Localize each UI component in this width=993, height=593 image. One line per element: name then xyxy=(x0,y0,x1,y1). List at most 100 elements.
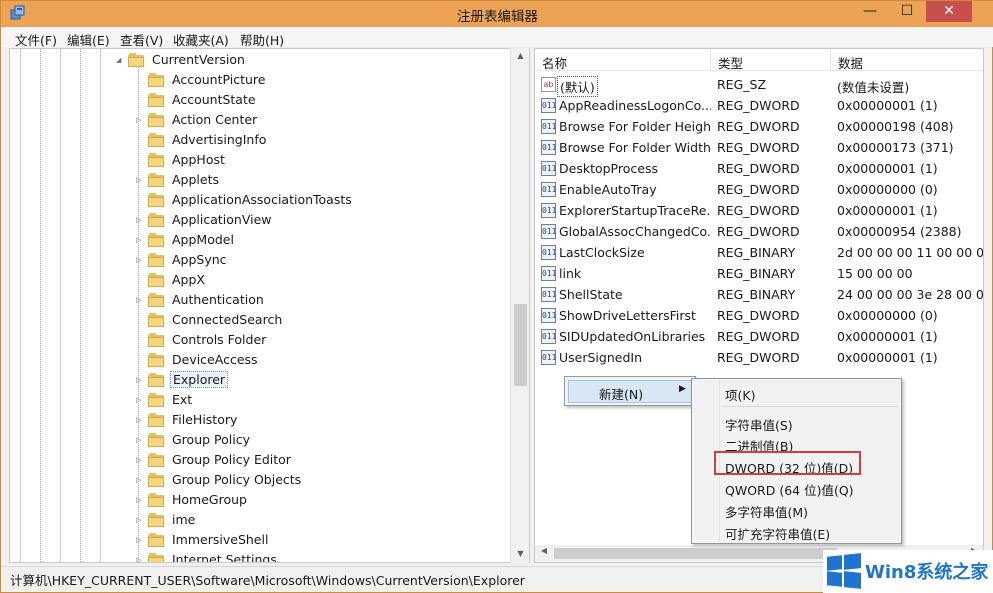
folder-icon xyxy=(148,413,164,427)
registry-value-row[interactable]: 011 UserSignedIn REG_DWORD 0x00000001 (1) xyxy=(535,347,983,368)
expand-arrow-icon[interactable]: ▷ xyxy=(136,436,145,445)
expand-arrow-icon[interactable]: ▷ xyxy=(136,236,145,245)
menu-item-multi-string-value[interactable]: 多字符串值(M) xyxy=(725,502,808,521)
expand-arrow-icon[interactable]: ▷ xyxy=(136,256,145,265)
value-type: REG_DWORD xyxy=(717,119,800,134)
value-name: ShellState xyxy=(559,287,623,302)
folder-icon xyxy=(148,133,164,147)
expand-arrow-icon[interactable]: ▷ xyxy=(136,396,145,405)
menu-item-new-label: 新建(N) xyxy=(599,387,644,402)
value-name: LastClockSize xyxy=(559,245,645,260)
menu-help[interactable]: 帮助(H) xyxy=(240,30,284,49)
collapse-arrow-icon[interactable]: ◢ xyxy=(116,56,125,65)
folder-icon xyxy=(148,513,164,527)
menu-favorites[interactable]: 收藏夹(A) xyxy=(173,30,229,49)
expand-arrow-icon[interactable]: ▷ xyxy=(136,376,145,385)
folder-icon xyxy=(148,533,164,547)
expand-arrow-icon[interactable]: ▷ xyxy=(136,496,145,505)
menu-edit[interactable]: 编辑(E) xyxy=(67,30,110,49)
expand-arrow-icon[interactable]: ▷ xyxy=(136,176,145,185)
registry-value-row[interactable]: 011 AppReadinessLogonCo... REG_DWORD 0x0000… xyxy=(535,95,983,116)
minimize-button[interactable]: — xyxy=(853,1,887,22)
menu-view[interactable]: 查看(V) xyxy=(120,30,163,49)
tree-node-label: AccountState xyxy=(172,92,256,107)
folder-icon xyxy=(148,73,164,87)
folder-icon xyxy=(148,173,164,187)
scrollbar-thumb[interactable] xyxy=(554,548,837,559)
scroll-left-arrow-icon[interactable]: ◀ xyxy=(538,546,550,555)
registry-value-row[interactable]: 011 Browse For Folder Width REG_DWORD 0x000… xyxy=(535,137,983,158)
registry-value-row[interactable]: 011 Browse For Folder Height REG_DWORD 0x00… xyxy=(535,116,983,137)
menu-item-key[interactable]: 项(K) xyxy=(725,385,755,404)
expand-arrow-icon[interactable]: ▷ xyxy=(136,516,145,525)
registry-value-row[interactable]: 011 LastClockSize REG_BINARY 2d 00 00 00 11… xyxy=(535,242,984,263)
value-type: REG_DWORD xyxy=(717,350,800,365)
expand-arrow-icon[interactable]: ▷ xyxy=(136,536,145,545)
tree-node-label: DeviceAccess xyxy=(172,352,258,367)
menu-item-qword-value[interactable]: QWORD (64 位)值(Q) xyxy=(725,480,854,499)
expand-arrow-icon[interactable]: ▷ xyxy=(136,216,145,225)
folder-icon xyxy=(148,233,164,247)
binary-value-icon: 011 xyxy=(541,245,556,260)
context-menu: 新建(N) ▶ xyxy=(564,376,696,406)
folder-icon xyxy=(148,293,164,307)
column-header-data[interactable]: 数据 xyxy=(831,49,983,71)
expand-arrow-icon[interactable]: ▷ xyxy=(136,476,145,485)
expand-arrow-icon[interactable]: ▷ xyxy=(136,116,145,125)
scroll-down-arrow-icon[interactable]: ▼ xyxy=(515,549,526,558)
folder-icon xyxy=(148,333,164,347)
tree-guide-line xyxy=(138,67,139,562)
expand-arrow-icon[interactable]: ▷ xyxy=(136,296,145,305)
tree-node-label: Authentication xyxy=(172,292,264,307)
tree-node-label: AdvertisingInfo xyxy=(172,132,267,147)
value-data: 2d 00 00 00 11 00 00 00 d xyxy=(837,245,984,260)
scroll-up-arrow-icon[interactable]: ▲ xyxy=(515,51,526,60)
folder-icon xyxy=(148,153,164,167)
scrollbar-thumb[interactable] xyxy=(514,304,527,386)
value-name: link xyxy=(559,266,582,281)
value-name: DesktopProcess xyxy=(559,161,658,176)
folder-icon xyxy=(148,253,164,267)
value-name: EnableAutoTray xyxy=(559,182,657,197)
registry-value-row[interactable]: 011 SIDUpdatedOnLibraries REG_DWORD 0x00000… xyxy=(535,326,983,347)
value-data: 0x00000001 (1) xyxy=(837,350,938,365)
value-type: REG_DWORD xyxy=(717,203,800,218)
title-bar[interactable]: 注册表编辑器 — ☐ ✕ xyxy=(1,1,993,27)
registry-value-row[interactable]: 011 EnableAutoTray REG_DWORD 0x00000000 (0) xyxy=(535,179,983,200)
submenu-arrow-icon: ▶ xyxy=(679,384,686,394)
registry-value-row[interactable]: 011 DesktopProcess REG_DWORD 0x00000001 (1) xyxy=(535,158,983,179)
tree-vertical-scrollbar[interactable]: ▲ ▼ xyxy=(510,48,529,563)
tree-node-label: HomeGroup xyxy=(172,492,247,507)
column-header-type[interactable]: 类型 xyxy=(711,49,830,71)
value-name: GlobalAssocChangedCo... xyxy=(559,224,711,239)
expand-arrow-icon[interactable]: ▷ xyxy=(136,416,145,425)
tree-node-label: Internet Settings xyxy=(172,552,277,563)
expand-arrow-icon[interactable]: ▷ xyxy=(136,456,145,465)
binary-value-icon: 011 xyxy=(541,329,556,344)
key-tree-pane[interactable]: ◢ CurrentVersion AccountPicture AccountSt… xyxy=(9,48,530,563)
tree-node-label: Ext xyxy=(172,392,193,407)
tree-node-label: AppSync xyxy=(172,252,227,267)
menu-item-expandable-string-value[interactable]: 可扩充字符串值(E) xyxy=(725,524,830,543)
registry-value-row[interactable]: 011 ShowDriveLettersFirst REG_DWORD 0x00000… xyxy=(535,305,983,326)
binary-value-icon: 011 xyxy=(541,203,556,218)
windows-logo-icon xyxy=(827,553,861,589)
tree-guide-line xyxy=(100,49,101,562)
registry-value-row[interactable]: 011 ShellState REG_BINARY 24 00 00 00 3e 28… xyxy=(535,284,983,305)
value-name: AppReadinessLogonCo... xyxy=(559,98,711,113)
tree-node-label: Applets xyxy=(172,172,219,187)
registry-value-row[interactable]: 011 ExplorerStartupTraceRe... REG_DWORD 0x0… xyxy=(535,200,983,221)
value-data: 15 00 00 00 xyxy=(837,266,913,281)
close-button[interactable]: ✕ xyxy=(926,1,972,22)
column-header-name[interactable]: 名称 xyxy=(535,49,710,71)
watermark-text: Win8系统之家 xyxy=(865,562,989,583)
registry-value-row[interactable]: 011 GlobalAssocChangedCo... REG_DWORD 0x000… xyxy=(535,221,983,242)
maximize-button[interactable]: ☐ xyxy=(890,1,924,22)
menu-file[interactable]: 文件(F) xyxy=(15,30,57,49)
expand-arrow-icon[interactable]: ▷ xyxy=(136,556,145,562)
registry-value-row[interactable]: ab (默认) REG_SZ (数值未设置) xyxy=(535,74,983,97)
registry-value-row[interactable]: 011 link REG_BINARY 15 00 00 00 xyxy=(535,263,983,284)
binary-value-icon: 011 xyxy=(541,98,556,113)
folder-icon xyxy=(148,193,164,207)
menu-item-string-value[interactable]: 字符串值(S) xyxy=(725,415,793,434)
